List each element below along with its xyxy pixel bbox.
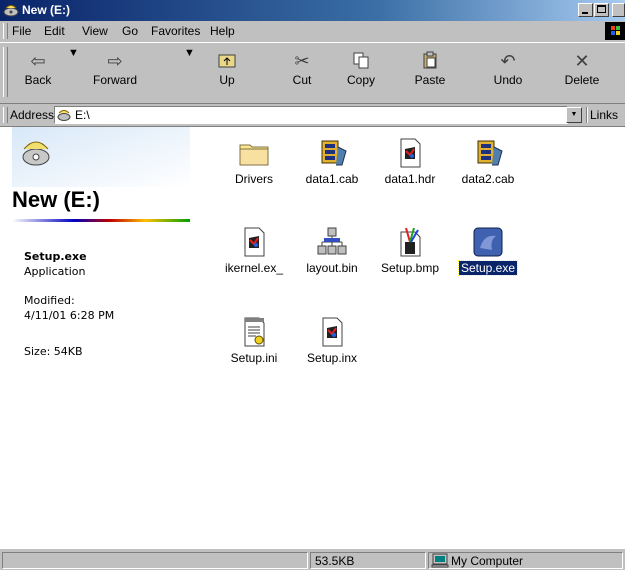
scissors-icon: ✂ [294, 51, 310, 71]
status-bar: 53.5KB My Computer [0, 549, 625, 570]
status-size-panel: 53.5KB [310, 552, 426, 569]
title-bar[interactable]: New (E:) [0, 0, 625, 21]
paste-label: Paste [414, 73, 446, 87]
up-folder-icon [206, 51, 248, 71]
setup-application-icon [473, 227, 503, 257]
up-button[interactable]: Up [206, 47, 248, 97]
delete-x-icon: ✕ [574, 51, 590, 71]
back-dropdown-icon[interactable]: ▼ [68, 47, 79, 97]
folder-icon [239, 144, 269, 166]
file-name: Setup.inx [306, 351, 358, 365]
installshield-file-icon [244, 227, 265, 257]
config-file-icon [244, 317, 265, 347]
window-title: New (E:) [22, 3, 70, 17]
file-item-setup-inx[interactable]: Setup.inx [292, 316, 372, 365]
minimize-button[interactable] [578, 3, 593, 17]
forward-button[interactable]: ⇨ Forward [80, 47, 150, 97]
file-name: data1.cab [305, 172, 359, 186]
file-name: layout.bin [306, 261, 358, 275]
address-label: Address [10, 108, 55, 122]
file-name: Setup.ini [230, 351, 278, 365]
toolbar-grip[interactable] [3, 47, 8, 97]
delete-label: Delete [564, 73, 600, 87]
cabinet-icon [477, 140, 503, 166]
status-zone-panel: My Computer [428, 552, 623, 569]
file-name: ikernel.ex_ [224, 261, 284, 275]
cut-button[interactable]: ✂ Cut [280, 47, 324, 97]
copy-icon [336, 51, 386, 71]
file-name: data2.cab [461, 172, 515, 186]
links-separator [586, 107, 588, 123]
address-input[interactable]: E:\ [54, 106, 568, 124]
drive-icon [3, 5, 19, 17]
close-button[interactable] [612, 3, 625, 17]
file-name: data1.hdr [384, 172, 436, 186]
standard-toolbar: ⇦ Back ▼ ⇨ Forward ▼ Up ✂ Cut Copy Paste… [0, 42, 625, 104]
status-zone: My Computer [451, 554, 524, 568]
cut-label: Cut [292, 73, 312, 87]
menu-bar: File Edit View Go Favorites Help [0, 21, 625, 41]
copy-button[interactable]: Copy [336, 47, 386, 97]
cabinet-icon [321, 140, 347, 166]
menu-edit[interactable]: Edit [44, 24, 65, 38]
title-divider [12, 219, 190, 222]
windows-logo-icon [605, 22, 625, 40]
copy-label: Copy [346, 73, 375, 87]
back-label: Back [24, 73, 52, 87]
paint-file-icon [400, 227, 421, 257]
file-item-data1-cab[interactable]: data1.cab [292, 137, 372, 186]
installshield-file-icon [400, 138, 421, 168]
menu-favorites[interactable]: Favorites [151, 24, 200, 38]
file-item-setup-ini[interactable]: Setup.ini [214, 316, 294, 365]
maximize-button[interactable] [594, 3, 609, 17]
file-item-ikernel[interactable]: ikernel.ex_ [214, 226, 294, 275]
forward-arrow-icon: ⇨ [107, 51, 123, 71]
menu-help[interactable]: Help [210, 24, 235, 38]
folder-view: New (E:) Setup.exe Application Modified:… [0, 126, 625, 550]
file-item-data2-cab[interactable]: data2.cab [448, 137, 528, 186]
network-file-icon [317, 227, 347, 255]
forward-label: Forward [92, 73, 137, 87]
menu-file[interactable]: File [12, 24, 31, 38]
menu-grip[interactable] [3, 23, 8, 39]
links-toolbar[interactable]: Links [590, 108, 618, 122]
file-item-data1-hdr[interactable]: data1.hdr [370, 137, 450, 186]
address-dropdown-button[interactable]: ▼ [566, 107, 582, 123]
forward-dropdown-icon[interactable]: ▼ [184, 47, 195, 97]
undo-icon: ↶ [500, 51, 516, 71]
file-name: Setup.bmp [380, 261, 440, 275]
file-name: Setup.exe [457, 260, 519, 276]
address-value: E:\ [75, 108, 90, 122]
menu-go[interactable]: Go [122, 24, 138, 38]
up-label: Up [219, 73, 235, 87]
clipboard-icon [406, 51, 454, 71]
installshield-file-icon [322, 317, 343, 347]
modified-value: 4/11/01 6:28 PM [24, 309, 115, 322]
address-bar: Address E:\ ▼ Links [0, 104, 625, 126]
selected-name: Setup.exe [24, 250, 87, 263]
file-item-layout-bin[interactable]: layout.bin [292, 226, 372, 275]
status-text-panel [2, 552, 308, 569]
my-computer-icon [431, 553, 449, 568]
menu-view[interactable]: View [82, 24, 108, 38]
drive-title: New (E:) [12, 187, 100, 212]
cd-drive-icon [22, 141, 50, 166]
status-size: 53.5KB [315, 554, 355, 568]
file-item-setup-bmp[interactable]: Setup.bmp [370, 226, 450, 275]
undo-label: Undo [493, 73, 523, 87]
file-item-drivers[interactable]: Drivers [214, 137, 294, 186]
selected-type: Application [24, 265, 86, 278]
back-button[interactable]: ⇦ Back [12, 47, 64, 97]
file-item-setup-exe[interactable]: Setup.exe [448, 226, 528, 276]
drive-icon [57, 110, 71, 121]
paste-button[interactable]: Paste [406, 47, 454, 97]
address-grip[interactable] [3, 107, 8, 123]
undo-button[interactable]: ↶ Undo [484, 47, 532, 97]
back-arrow-icon: ⇦ [30, 51, 46, 71]
delete-button[interactable]: ✕ Delete [556, 47, 608, 97]
size-info: Size: 54KB [24, 345, 83, 358]
file-name: Drivers [235, 172, 273, 186]
modified-label: Modified: [24, 294, 75, 307]
